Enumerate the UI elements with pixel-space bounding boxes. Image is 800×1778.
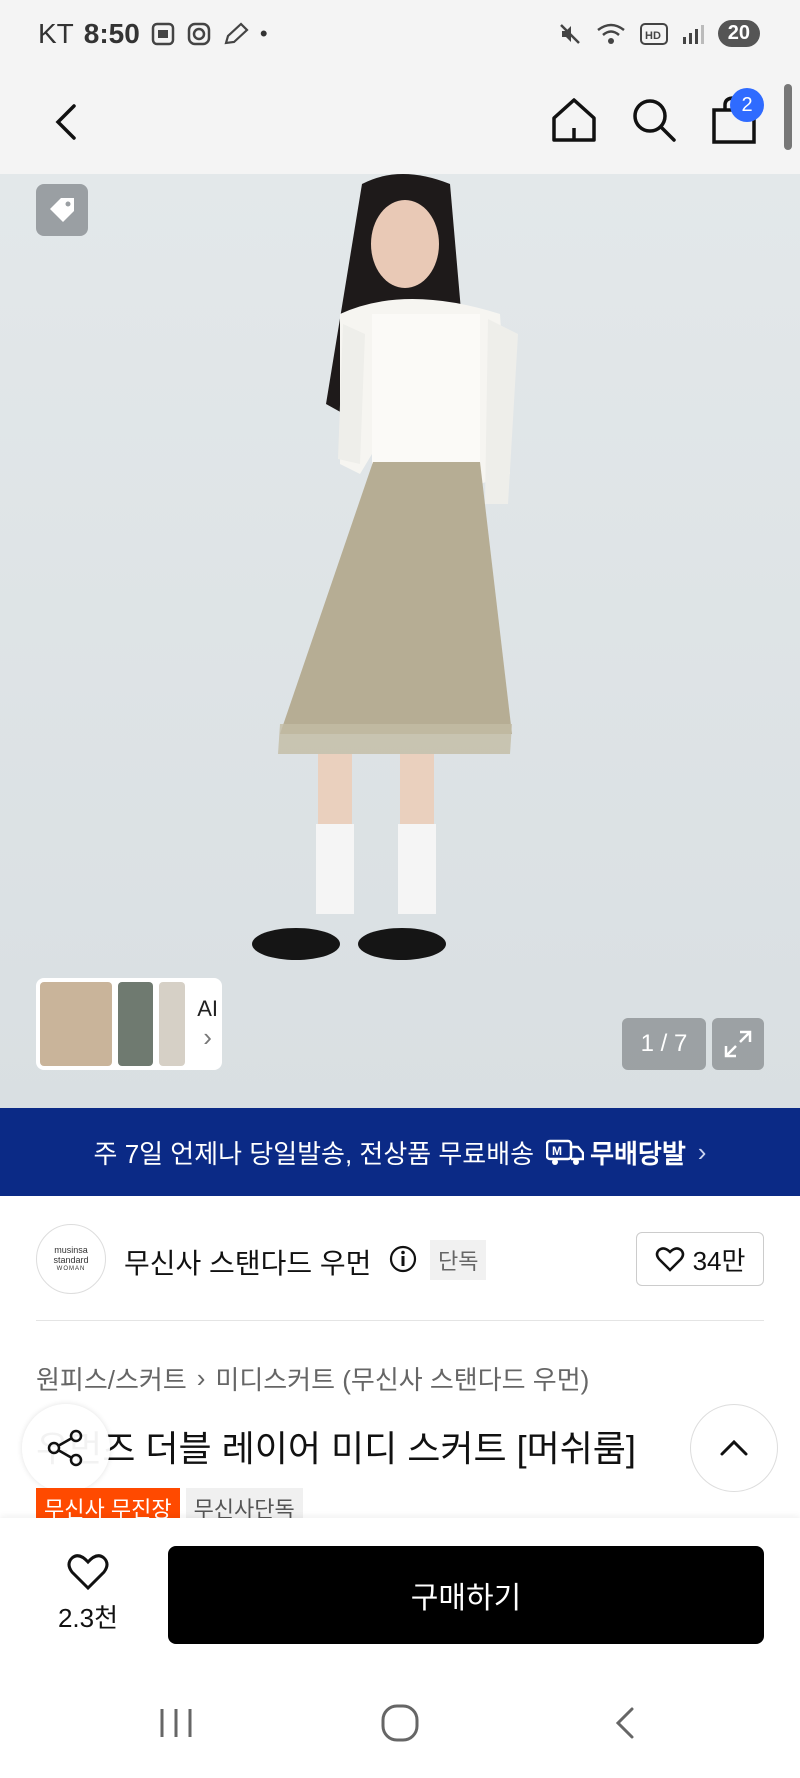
system-nav-bar — [0, 1668, 800, 1778]
carrier-label: KT — [38, 18, 74, 49]
search-icon — [633, 99, 676, 142]
status-left: KT 8:50 • — [38, 18, 268, 50]
thumbnail-image — [117, 982, 154, 1066]
status-right: HD 20 — [558, 20, 760, 47]
edit-icon — [224, 22, 249, 45]
product-title: 우먼즈 더블 레이어 미디 스커트 [머쉬룸] — [36, 1428, 636, 1469]
info-icon — [389, 1245, 417, 1273]
signal-icon — [682, 24, 704, 44]
hd-icon: HD — [639, 22, 668, 45]
chevron-left-icon — [55, 104, 76, 140]
share-button[interactable] — [22, 1404, 110, 1492]
recent-apps-icon — [160, 1709, 192, 1737]
exclusive-badge: 단독 — [430, 1240, 487, 1280]
brand-logo-line2: standard — [53, 1254, 89, 1265]
shipping-banner-text: 주 7일 언제나 당일발송, 전상품 무료배송 — [93, 1138, 535, 1169]
thumbnail-image — [159, 982, 186, 1066]
share-icon — [47, 1429, 83, 1467]
screenshot-icon — [151, 22, 175, 46]
chevron-right-icon: › — [203, 1021, 212, 1052]
tag-icon — [50, 198, 74, 222]
breadcrumb-separator: › — [196, 1363, 206, 1393]
home-button[interactable] — [546, 92, 602, 148]
home-icon — [552, 98, 596, 142]
wifi-icon — [596, 23, 625, 44]
divider — [36, 1320, 764, 1321]
app-header: 2 — [0, 72, 800, 174]
delivery-truck-icon: M — [546, 1139, 585, 1165]
chevron-left-icon — [615, 1707, 634, 1739]
thumbnail-image — [40, 982, 112, 1066]
brand-row: musinsa standard WOMAN 무신사 스탠다드 우먼 단독 34… — [36, 1224, 764, 1296]
scroll-to-top-button[interactable] — [690, 1404, 778, 1492]
chevron-up-icon — [720, 1439, 748, 1456]
badge-letter: M — [552, 1144, 562, 1158]
ai-thumbnail-card[interactable]: AI › — [36, 978, 222, 1070]
buy-button[interactable]: 구매하기 — [168, 1546, 764, 1644]
brand-logo[interactable]: musinsa standard WOMAN — [36, 1224, 106, 1294]
scrollbar-thumb[interactable] — [784, 84, 792, 150]
recent-apps-button[interactable] — [146, 1698, 206, 1748]
home-nav-button[interactable] — [370, 1698, 430, 1748]
brand-logo-line3: WOMAN — [56, 1265, 86, 1272]
ai-label: AI — [197, 995, 218, 1021]
home-circle-icon — [381, 1704, 419, 1742]
chevron-right-icon: › — [697, 1136, 707, 1167]
heart-icon — [67, 1554, 109, 1591]
expand-button[interactable] — [712, 1018, 764, 1070]
shipping-banner[interactable]: 주 7일 언제나 당일발송, 전상품 무료배송 M 무배당발 › — [0, 1108, 800, 1196]
product-photo — [0, 174, 800, 1108]
battery-indicator: 20 — [717, 20, 760, 47]
expand-icon — [724, 1030, 752, 1058]
back-nav-button[interactable] — [596, 1698, 656, 1748]
breadcrumb-subcategory[interactable]: 미디스커트 (무신사 스탠다드 우먼) — [215, 1360, 589, 1397]
page-indicator: 1 / 7 — [622, 1018, 706, 1070]
brand-like-count: 34만 — [692, 1245, 746, 1276]
back-button[interactable] — [40, 94, 96, 150]
brand-name[interactable]: 무신사 스탠다드 우먼 — [124, 1242, 371, 1282]
clock: 8:50 — [83, 18, 140, 49]
purchase-bar: 2.3천 구매하기 — [0, 1518, 800, 1668]
breadcrumb-category[interactable]: 원피스/스커트 — [36, 1360, 187, 1397]
free-shipping-badge: M 무배당발 — [546, 1134, 686, 1171]
free-shipping-label: 무배당발 — [590, 1138, 686, 1169]
status-bar: KT 8:50 • HD 20 — [0, 0, 800, 72]
mute-icon — [559, 23, 580, 44]
notification-dot: • — [259, 21, 268, 46]
svg-text:HD: HD — [645, 30, 661, 42]
brand-info-button[interactable] — [388, 1244, 418, 1274]
ai-label-group: AI › — [197, 996, 218, 1053]
wishlist-count: 2.3천 — [57, 1603, 119, 1633]
wishlist-button[interactable]: 2.3천 — [50, 1552, 126, 1635]
heart-icon — [655, 1247, 684, 1272]
instagram-icon — [187, 22, 211, 46]
product-image-carousel[interactable]: AI › 1 / 7 — [0, 174, 800, 1108]
breadcrumb: 원피스/스커트 › 미디스커트 (무신사 스탠다드 우먼) — [36, 1360, 589, 1397]
coupon-tag-button[interactable] — [36, 184, 88, 236]
search-button[interactable] — [626, 92, 682, 148]
cart-count-badge: 2 — [730, 88, 764, 122]
brand-like-button[interactable]: 34만 — [636, 1232, 764, 1286]
